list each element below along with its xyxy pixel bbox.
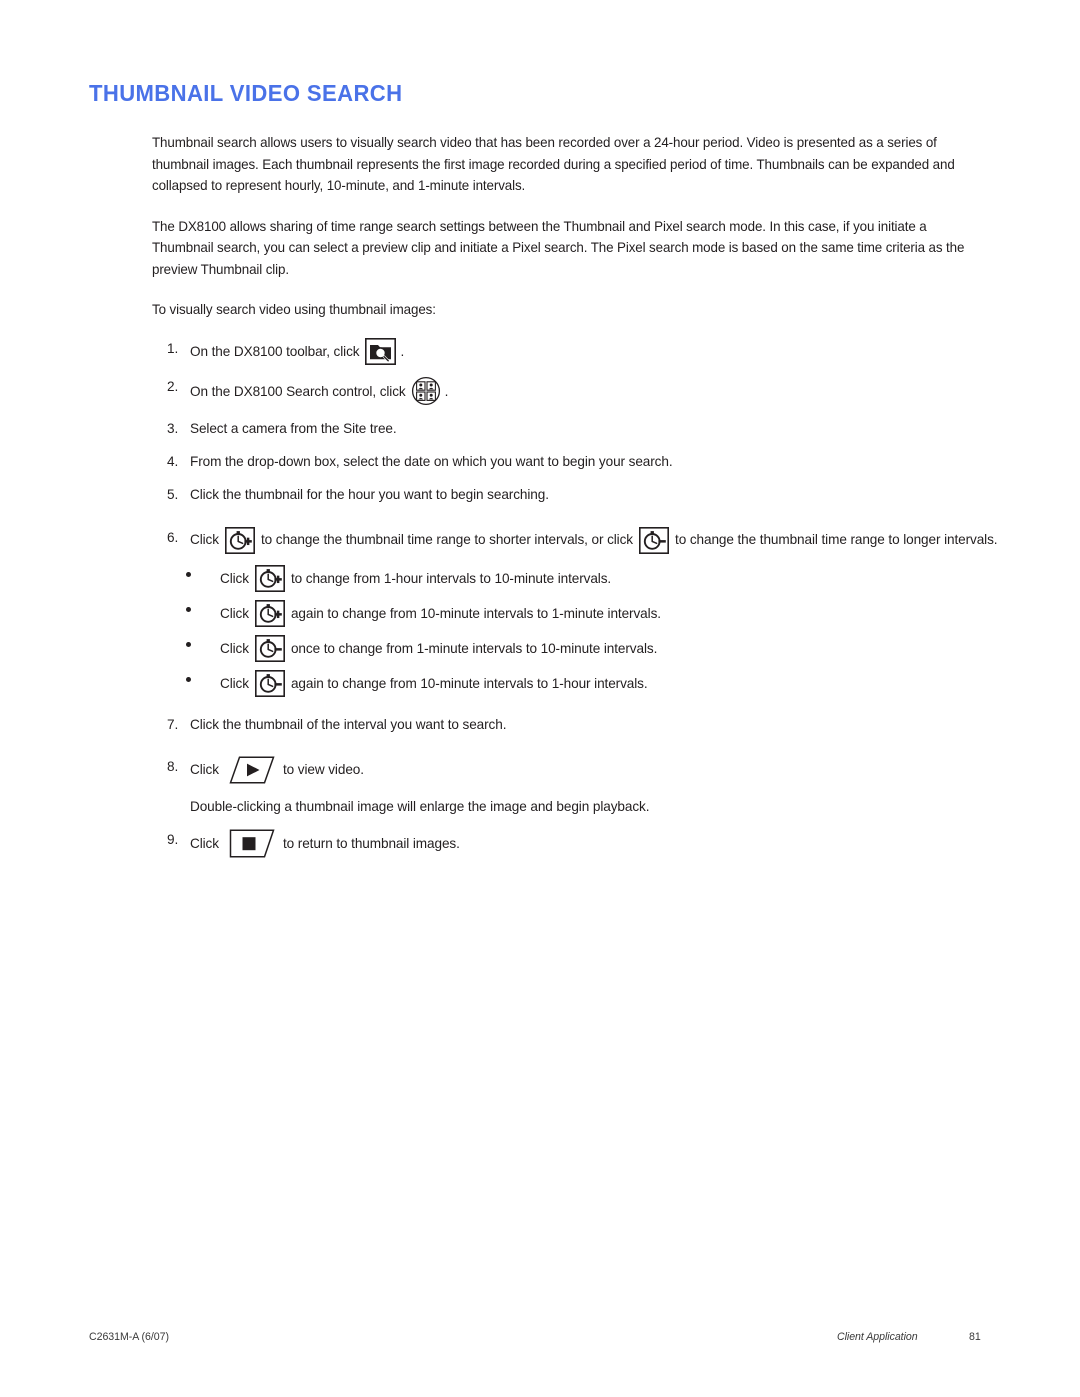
step-item-5: 5. Click the thumbnail for the hour you … [152,484,992,506]
step-note: Double-clicking a thumbnail image will e… [190,798,650,814]
step-item-3: 3. Select a camera from the Site tree. [152,418,992,440]
clock-minus-icon[interactable] [639,526,670,554]
step-text: Click [190,836,219,852]
step-text-mid: to change the thumbnail time range to sh… [260,532,634,548]
procedure-step-list: 1. On the DX8100 toolbar, click . 2. On … [152,337,998,859]
step-text: Click the thumbnail for the hour you wan… [190,487,549,503]
step-text: On the DX8100 Search control, click [190,383,406,399]
step-text: Click [190,532,219,548]
step-number: 2. [167,379,179,395]
bullet-dot-icon [186,607,191,613]
step-item-8: 8. Click to view video. [152,756,992,784]
bullet-list: Click to change from 1-hour intervals to… [152,565,992,698]
step-item-4: 4. From the drop-down box, select the da… [152,451,992,473]
intro-paragraph-2: The DX8100 allows sharing of time range … [152,218,965,278]
clock-minus-icon[interactable] [254,635,285,663]
document-page: THUMBNAIL VIDEO SEARCH Thumbnail search … [0,0,1080,1397]
step-item-7: 7. Click the thumbnail of the interval y… [152,714,992,736]
folder-search-icon[interactable] [364,337,396,365]
page-title: THUMBNAIL VIDEO SEARCH [89,80,403,106]
clock-plus-icon[interactable] [254,565,285,593]
step-text: Click [190,762,219,778]
bullet-text: Click [220,605,249,621]
step-text-after: to view video. [282,762,364,778]
step-text: Select a camera from the Site tree. [190,420,397,436]
step-text: Click the thumbnail of the interval you … [190,717,507,733]
step-text: From the drop-down box, select the date … [190,454,673,470]
clock-plus-icon[interactable] [254,600,285,628]
bullet-text-after: again to change from 10-minute intervals… [290,605,661,621]
bullet-text-after: once to change from 1-minute intervals t… [290,640,658,656]
footer-page-number: 81 [969,1331,981,1343]
clock-minus-icon[interactable] [254,670,285,698]
bullet-item-1: Click to change from 1-hour intervals to… [152,565,992,593]
step-number: 7. [167,717,179,733]
clock-plus-icon[interactable] [224,526,255,554]
step-text-after: . [444,383,449,399]
step-number: 5. [167,487,179,503]
play-button-icon[interactable] [229,756,275,784]
step-item-6: 6. Click to change the thumbnail time ra… [152,526,998,554]
step-text-after: to return to thumbnail images. [282,836,460,852]
bullet-text: Click [220,640,249,656]
step-number: 6. [167,529,179,545]
thumbnail-grid-icon[interactable] [411,376,441,406]
intro-paragraph-1: Thumbnail search allows users to visuall… [152,135,955,194]
bullet-text-after: to change from 1-hour intervals to 10-mi… [290,570,612,586]
footer-part-number: C2631M-A (6/07) [89,1331,169,1343]
step-number: 1. [167,340,179,356]
procedure-lead-in: To visually search video using thumbnail… [152,302,436,318]
step-text-after: to change the thumbnail time range to lo… [675,532,998,548]
bullet-item-4: Click again to change from 10-minute int… [152,670,992,698]
step-number: 9. [167,832,179,848]
bullet-dot-icon [186,677,191,683]
step-text-after: . [400,343,405,359]
document-body: Thumbnail search allows users to visuall… [152,132,998,870]
bullet-dot-icon [186,642,191,648]
step-item-9: 9. Click to return to thumbnail images. [152,829,992,858]
bullet-text: Click [220,570,249,586]
step-number: 8. [167,759,179,775]
step-text: On the DX8100 toolbar, click [190,343,360,359]
step-item-2: 2. On the DX8100 Search control, click . [152,376,992,406]
bullet-text-after: again to change from 10-minute intervals… [290,675,648,691]
bullet-item-3: Click once to change from 1-minute inter… [152,635,992,663]
bullet-text: Click [220,675,249,691]
bullet-item-2: Click again to change from 10-minute int… [152,600,992,628]
step-number: 3. [167,420,179,436]
step-item-1: 1. On the DX8100 toolbar, click . [152,337,992,365]
step-number: 4. [167,454,179,470]
footer-section-name: Client Application [837,1331,918,1343]
bullet-dot-icon [186,572,191,578]
stop-button-icon[interactable] [229,829,275,858]
